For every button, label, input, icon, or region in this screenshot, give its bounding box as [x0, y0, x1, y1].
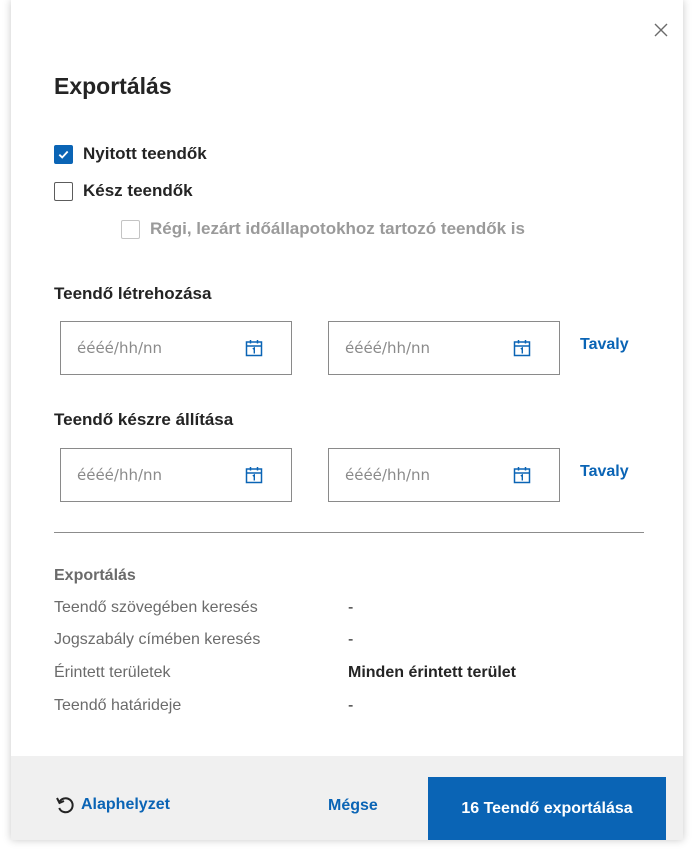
done-tasks-label: Kész teendők — [83, 181, 193, 200]
summary-title: Exportálás — [54, 567, 136, 584]
done-tasks-checkbox[interactable] — [54, 181, 73, 201]
completed-section-label: Teendő készre állítása — [54, 410, 234, 429]
check-icon — [58, 150, 69, 159]
summary-row-label: Jogszabály címében keresés — [54, 631, 261, 648]
calendar-icon[interactable] — [512, 465, 532, 485]
reset-icon — [56, 797, 74, 814]
summary-row-value: - — [348, 599, 354, 616]
calendar-icon[interactable] — [244, 465, 264, 485]
dialog-title: Exportálás — [54, 73, 172, 99]
summary-row-value: - — [348, 631, 354, 648]
export-dialog: Exportálás Nyitott teendők Kész teendők … — [11, 0, 683, 840]
created-section-label: Teendő létrehozása — [54, 284, 212, 303]
created-from-input[interactable]: éééé/hh/nn — [60, 321, 292, 375]
completed-to-input[interactable]: éééé/hh/nn — [328, 448, 560, 502]
cancel-button[interactable]: Mégse — [328, 797, 378, 815]
created-to-input[interactable]: éééé/hh/nn — [328, 321, 560, 375]
old-tasks-checkbox — [121, 219, 140, 239]
reset-label: Alaphelyzet — [81, 796, 170, 813]
old-tasks-label: Régi, lezárt időállapotokhoz tartozó tee… — [150, 219, 525, 238]
reset-button[interactable]: Alaphelyzet — [55, 795, 170, 815]
created-from-placeholder: éééé/hh/nn — [77, 339, 163, 357]
summary-row-label: Érintett területek — [54, 664, 171, 681]
divider — [54, 532, 644, 533]
summary-row-label: Teendő szövegében keresés — [54, 599, 258, 616]
close-icon — [654, 23, 668, 37]
done-tasks-option[interactable]: Kész teendők — [54, 181, 193, 201]
created-last-year-link[interactable]: Tavaly — [580, 336, 629, 354]
summary-row-label: Teendő határideje — [54, 697, 182, 714]
export-button[interactable]: 16 Teendő exportálása — [428, 777, 666, 840]
completed-to-placeholder: éééé/hh/nn — [345, 466, 431, 484]
dialog-footer: Alaphelyzet Mégse 16 Teendő exportálása — [11, 756, 683, 840]
summary-row-value: Minden érintett terület — [348, 664, 517, 681]
open-tasks-option[interactable]: Nyitott teendők — [54, 144, 207, 164]
calendar-icon[interactable] — [244, 338, 264, 358]
close-button[interactable] — [651, 20, 671, 40]
open-tasks-label: Nyitott teendők — [83, 144, 207, 163]
completed-last-year-link[interactable]: Tavaly — [580, 463, 629, 481]
old-tasks-option: Régi, lezárt időállapotokhoz tartozó tee… — [121, 219, 525, 239]
completed-from-input[interactable]: éééé/hh/nn — [60, 448, 292, 502]
open-tasks-checkbox[interactable] — [54, 144, 73, 164]
summary-row-value: - — [348, 697, 354, 714]
calendar-icon[interactable] — [512, 338, 532, 358]
created-to-placeholder: éééé/hh/nn — [345, 339, 431, 357]
completed-from-placeholder: éééé/hh/nn — [77, 466, 163, 484]
